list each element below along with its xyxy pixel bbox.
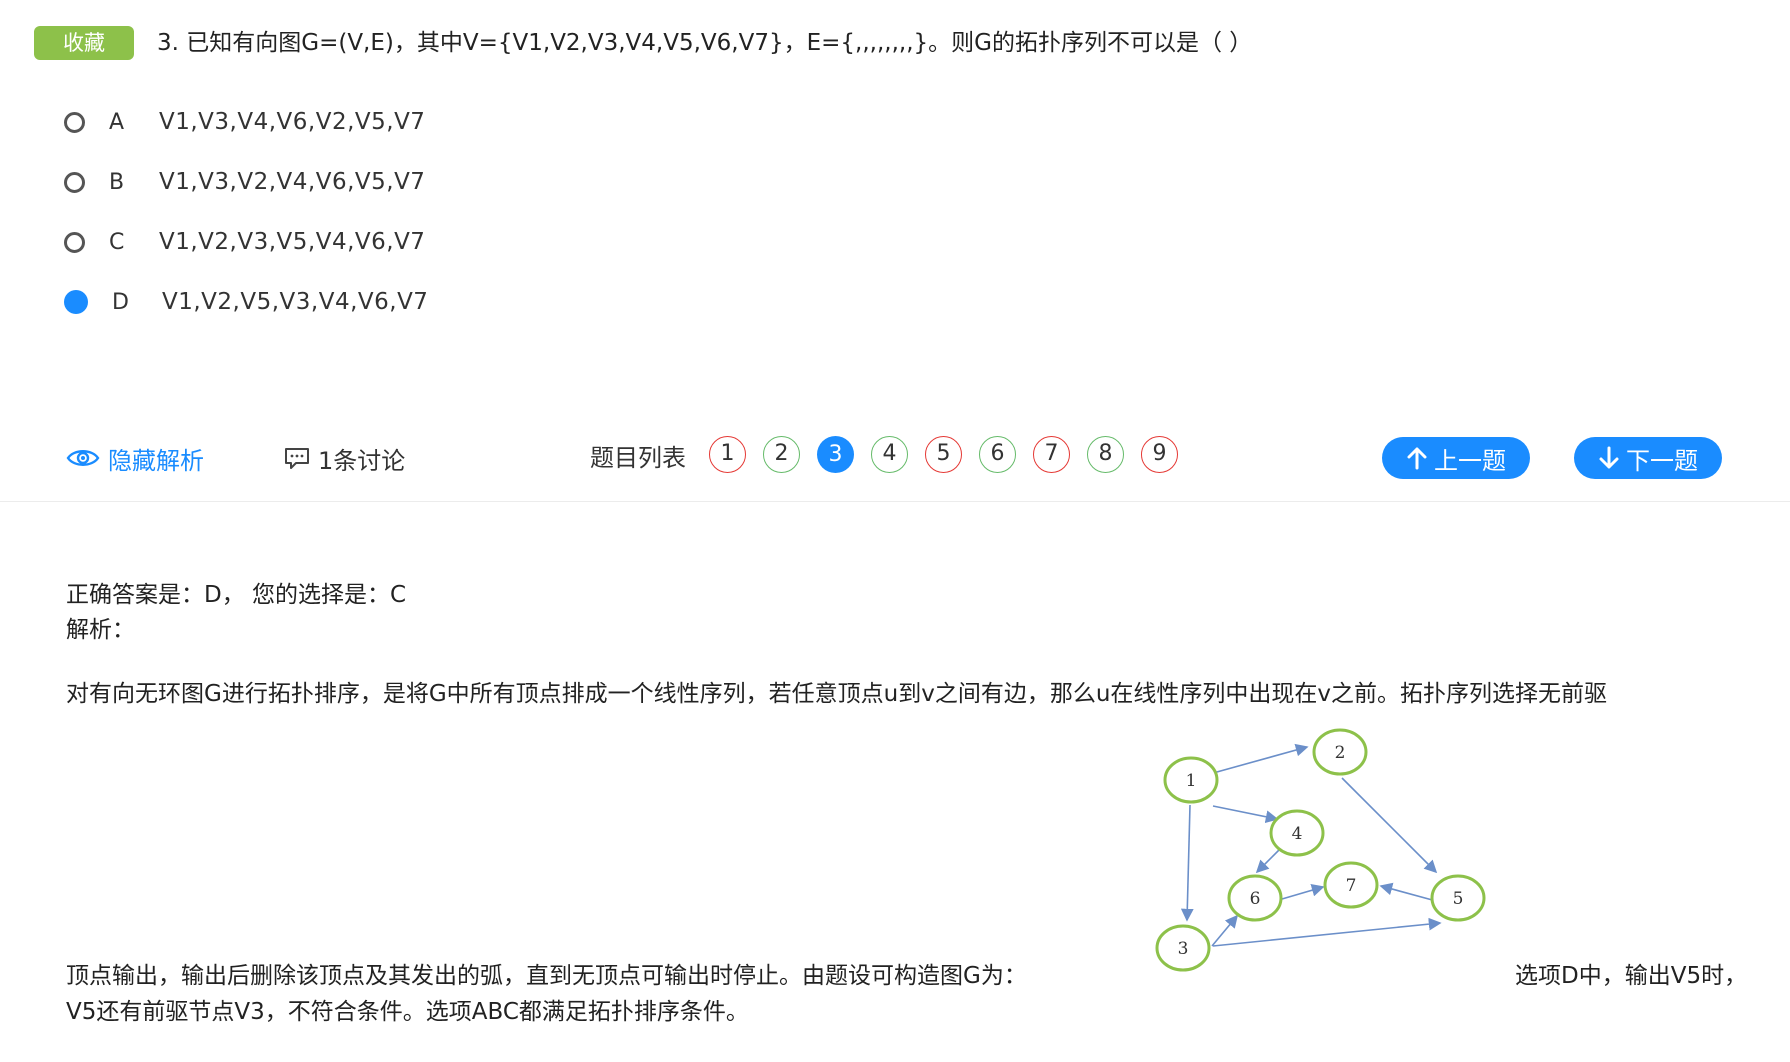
option-text: V1,V3,V4,V6,V2,V5,V7 (159, 109, 426, 135)
option-text: V1,V2,V3,V5,V4,V6,V7 (159, 229, 426, 255)
graph-node-5: 5 (1430, 874, 1486, 922)
graph-node-4: 4 (1269, 809, 1325, 857)
next-question-label: 下一题 (1626, 446, 1698, 475)
svg-text:1: 1 (1186, 771, 1197, 791)
discussion-button[interactable]: 1条讨论 (284, 438, 405, 478)
graph-node-2: 2 (1312, 728, 1368, 776)
option-d[interactable]: D V1,V2,V5,V3,V4,V6,V7 (64, 282, 428, 322)
edge-2-5 (1341, 777, 1438, 874)
edge-1-3 (1180, 804, 1194, 922)
radio-unchecked-icon[interactable] (64, 231, 85, 253)
radio-unchecked-icon[interactable] (64, 171, 85, 193)
question-list-label: 题目列表 (590, 444, 686, 472)
eye-icon (66, 450, 100, 466)
graph-node-7: 7 (1323, 861, 1379, 909)
analysis-paragraph-3: V5还有前驱节点V3，不符合条件。选项ABC都满足拓扑排序条件。 (66, 999, 749, 1025)
question-number-8[interactable]: 8 (1087, 436, 1124, 473)
svg-text:6: 6 (1250, 889, 1261, 909)
prev-question-button[interactable]: 上一题 (1382, 437, 1530, 479)
edge-5-7 (1379, 882, 1437, 902)
prev-question-label: 上一题 (1434, 446, 1506, 475)
question-number-6[interactable]: 6 (979, 436, 1016, 473)
arrow-down-icon (1599, 446, 1619, 469)
radio-unchecked-icon[interactable] (64, 111, 85, 133)
svg-text:7: 7 (1346, 876, 1357, 896)
graph-node-6: 6 (1227, 874, 1283, 922)
option-text: V1,V2,V5,V3,V4,V6,V7 (162, 289, 429, 315)
comment-icon (285, 448, 309, 469)
edge-4-6 (1255, 847, 1282, 874)
edge-1-4 (1212, 805, 1279, 824)
analysis-paragraph-2: 顶点输出，输出后删除该顶点及其发出的弧，直到无顶点可输出时停止。由题设可构造图G… (66, 963, 1027, 989)
divider (0, 501, 1790, 502)
arrow-up-icon (1407, 447, 1427, 470)
edge-3-6 (1211, 914, 1239, 947)
question-number-7[interactable]: 7 (1033, 436, 1070, 473)
edge-6-7 (1281, 884, 1325, 900)
option-a[interactable]: A V1,V3,V4,V6,V2,V5,V7 (64, 102, 425, 142)
svg-text:4: 4 (1292, 824, 1303, 844)
answer-result: 正确答案是：D， 您的选择是：C (66, 582, 407, 608)
analysis-paragraph-1: 对有向无环图G进行拓扑排序，是将G中所有顶点排成一个线性序列，若任意顶点u到v之… (66, 681, 1608, 707)
question-title: 3. 已知有向图G=(V,E)，其中V={V1,V2,V3,V4,V5,V6,V… (157, 30, 1253, 56)
hide-analysis-button[interactable]: 隐藏解析 (66, 438, 204, 478)
graph-nodes: 1 2 3 4 5 6 7 (1155, 728, 1486, 972)
svg-text:5: 5 (1453, 889, 1464, 909)
question-number-1[interactable]: 1 (709, 436, 746, 473)
question-number-5[interactable]: 5 (925, 436, 962, 473)
option-letter: A (109, 109, 125, 135)
question-number-4[interactable]: 4 (871, 436, 908, 473)
option-b[interactable]: B V1,V3,V2,V4,V6,V5,V7 (64, 162, 425, 202)
next-question-button[interactable]: 下一题 (1574, 437, 1722, 479)
analysis-label: 解析： (66, 617, 135, 643)
svg-text:2: 2 (1335, 743, 1346, 763)
option-text: V1,V3,V2,V4,V6,V5,V7 (159, 169, 426, 195)
analysis-paragraph-2-tail: 选项D中，输出V5时， (1515, 963, 1748, 989)
option-letter: C (109, 229, 125, 255)
graph-diagram: 1 2 3 4 5 6 7 (1155, 728, 1486, 972)
graph-node-1: 1 (1163, 756, 1219, 804)
option-letter: D (112, 289, 129, 315)
hide-analysis-label: 隐藏解析 (108, 446, 204, 475)
question-number-9[interactable]: 9 (1141, 436, 1178, 473)
question-number-3[interactable]: 3 (817, 436, 854, 473)
option-c[interactable]: C V1,V2,V3,V5,V4,V6,V7 (64, 222, 425, 262)
discussion-label: 1条讨论 (318, 446, 406, 475)
svg-text:3: 3 (1178, 939, 1189, 959)
graph-node-3: 3 (1155, 924, 1211, 972)
radio-checked-icon[interactable] (64, 290, 88, 314)
question-number-2[interactable]: 2 (763, 436, 800, 473)
edge-3-5 (1212, 917, 1442, 947)
option-letter: B (109, 169, 125, 195)
favorite-button[interactable]: 收藏 (34, 26, 134, 60)
